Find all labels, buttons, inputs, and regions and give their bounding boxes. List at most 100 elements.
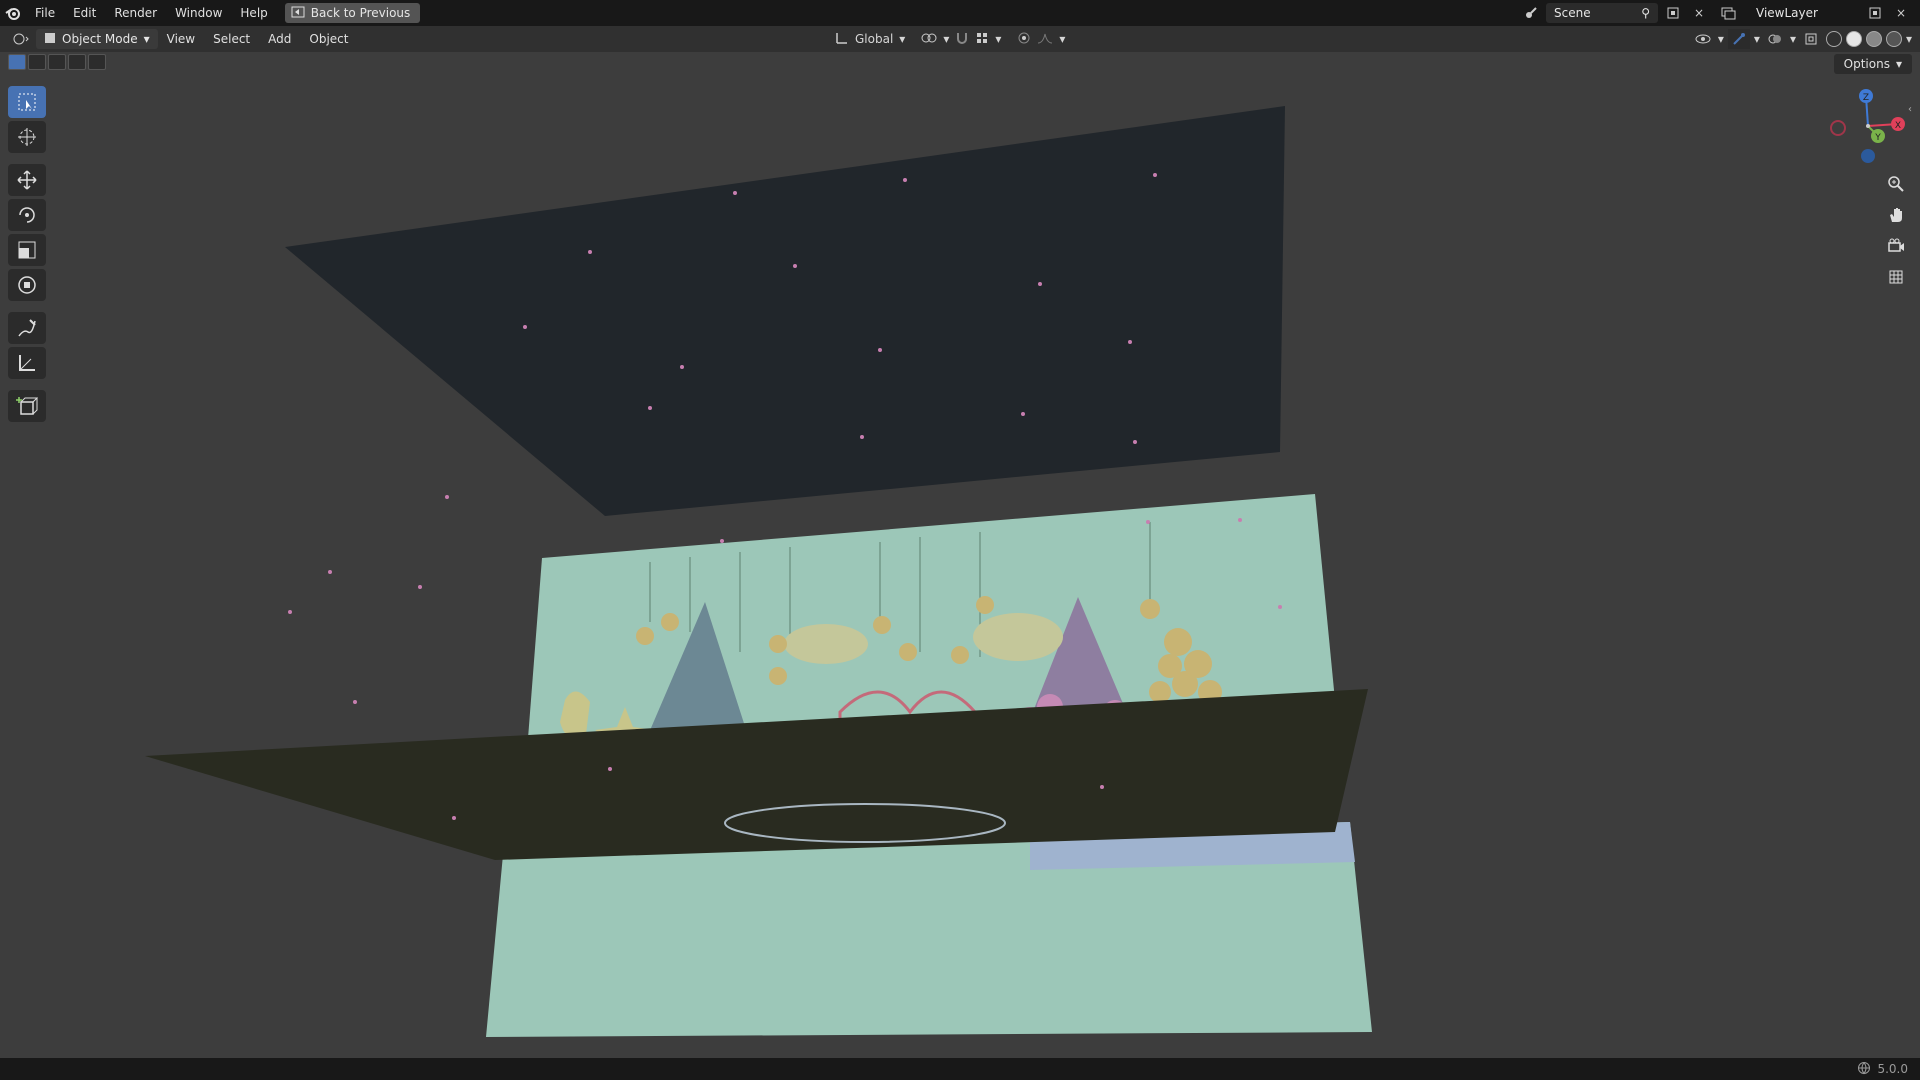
navigation-gizmo[interactable]: X Y Z: [1830, 88, 1910, 168]
hand-pan-icon[interactable]: [1882, 201, 1910, 229]
measure-tool[interactable]: [8, 347, 46, 379]
svg-text:Z: Z: [1863, 93, 1869, 103]
wireframe-shading-icon[interactable]: [1825, 31, 1842, 47]
add-cube-tool[interactable]: [8, 390, 46, 422]
select-intersect-icon[interactable]: [88, 54, 106, 70]
orientation-icon[interactable]: [835, 31, 849, 48]
view-layer-label: ViewLayer: [1756, 6, 1818, 20]
top-right-controls: Scene ⚲ × ViewLayer ×: [1520, 0, 1920, 26]
measure-ruler-icon: [19, 355, 35, 371]
header-menu-select[interactable]: Select: [204, 32, 259, 46]
remove-view-layer-icon[interactable]: ×: [1890, 3, 1912, 23]
view-layer-browse-icon[interactable]: [1714, 3, 1744, 23]
header-menu-add[interactable]: Add: [259, 32, 300, 46]
scene-browse-icon[interactable]: [1520, 3, 1542, 23]
left-toolbar: [8, 86, 48, 425]
grid-view-icon[interactable]: [1882, 263, 1910, 291]
header-menu-view[interactable]: View: [158, 32, 204, 46]
view-layer-field[interactable]: ViewLayer: [1748, 3, 1860, 23]
network-icon: [1857, 1061, 1871, 1078]
chevron-down-icon: ▾: [1717, 32, 1724, 46]
cursor-icon: [18, 128, 36, 146]
rotate-tool[interactable]: [8, 199, 46, 231]
chevron-down-icon: ▾: [1905, 32, 1912, 46]
camera-icon[interactable]: [1882, 232, 1910, 260]
annotate-tool[interactable]: [8, 312, 46, 344]
blender-logo-icon[interactable]: [0, 0, 26, 26]
viewport-display-controls: ▾ ▾ ▾ ▾: [1692, 26, 1912, 52]
select-box-tool[interactable]: [8, 86, 46, 118]
menu-window[interactable]: Window: [166, 0, 231, 26]
new-view-layer-icon[interactable]: [1864, 3, 1886, 23]
cursor-tool[interactable]: [8, 121, 46, 153]
options-label: Options: [1843, 57, 1890, 71]
menu-file[interactable]: File: [26, 0, 64, 26]
svg-text:X: X: [1895, 121, 1901, 131]
pin-icon[interactable]: ⚲: [1641, 6, 1650, 20]
transform-controls: Global ▾ ▾ ▾ ▾: [835, 26, 1065, 52]
version-label: 5.0.0: [1877, 1062, 1908, 1076]
new-scene-icon[interactable]: [1662, 3, 1684, 23]
overlays-icon[interactable]: [1764, 29, 1786, 49]
selection-mode-buttons: [8, 54, 106, 70]
scene-label: Scene: [1554, 6, 1591, 20]
move-tool[interactable]: [8, 164, 46, 196]
annotate-pencil-icon: [18, 319, 36, 337]
chevron-down-icon: ▾: [899, 32, 906, 46]
proportional-edit-icon[interactable]: [1017, 31, 1031, 48]
options-dropdown[interactable]: Options ▾: [1833, 54, 1912, 74]
cloud-left: [784, 624, 868, 664]
3d-viewport[interactable]: [0, 52, 1920, 1058]
chevron-down-icon: ▾: [1753, 32, 1760, 46]
select-subtract-icon[interactable]: [48, 54, 66, 70]
select-new-icon[interactable]: [8, 54, 26, 70]
gizmo-toggle-icon[interactable]: [1727, 29, 1750, 49]
move-icon: [17, 170, 37, 190]
scene-field[interactable]: Scene ⚲: [1546, 3, 1658, 23]
xray-icon[interactable]: [1800, 29, 1822, 49]
menu-edit[interactable]: Edit: [64, 0, 105, 26]
transform-icon: [18, 276, 36, 294]
top-bar: File Edit Render Window Help Back to Pre…: [0, 0, 1920, 26]
chevron-down-icon: ▾: [943, 32, 950, 46]
scale-icon: [18, 241, 36, 259]
menu-help[interactable]: Help: [231, 0, 276, 26]
object-mode-icon: [44, 32, 56, 47]
orientation-dropdown[interactable]: Global: [855, 32, 893, 46]
select-difference-icon[interactable]: [68, 54, 86, 70]
add-cube-icon: [16, 397, 38, 415]
sidebar-toggle-icon[interactable]: ‹: [1908, 104, 1918, 115]
chevron-down-icon: ▾: [1059, 32, 1066, 46]
chevron-down-icon: ▾: [143, 32, 150, 46]
back-icon: [291, 6, 305, 21]
rendered-shading-icon[interactable]: [1885, 31, 1902, 47]
chevron-down-icon: ▾: [1895, 57, 1902, 71]
falloff-icon[interactable]: [1037, 31, 1053, 48]
material-shading-icon[interactable]: [1865, 31, 1882, 47]
select-extend-icon[interactable]: [28, 54, 46, 70]
gizmo-neg-x-axis[interactable]: [1830, 120, 1846, 136]
viewport-header: Object Mode ▾ View Select Add Object Glo…: [0, 26, 1920, 52]
scale-tool[interactable]: [8, 234, 46, 266]
gizmo-neg-z-axis[interactable]: [1861, 149, 1875, 163]
visibility-eye-icon[interactable]: [1692, 29, 1714, 49]
mode-dropdown[interactable]: Object Mode ▾: [36, 29, 158, 49]
menu-render[interactable]: Render: [105, 0, 166, 26]
editor-type-icon[interactable]: [10, 29, 32, 49]
back-to-previous-button[interactable]: Back to Previous: [284, 3, 421, 23]
back-to-previous-label: Back to Previous: [310, 6, 411, 20]
snap-magnet-icon[interactable]: [955, 31, 969, 48]
header-menu-object[interactable]: Object: [300, 32, 357, 46]
status-bar: 5.0.0: [0, 1058, 1920, 1080]
remove-scene-icon[interactable]: ×: [1688, 3, 1710, 23]
pivot-icon[interactable]: [921, 31, 937, 48]
snap-increment-icon[interactable]: [975, 31, 989, 48]
select-box-icon: [18, 93, 36, 111]
transform-tool[interactable]: [8, 269, 46, 301]
zoom-icon[interactable]: [1882, 170, 1910, 198]
chevron-down-icon: ▾: [995, 32, 1002, 46]
rotate-icon: [19, 207, 35, 223]
solid-shading-icon[interactable]: [1845, 31, 1862, 47]
mode-label: Object Mode: [62, 32, 138, 46]
chevron-down-icon: ▾: [1789, 32, 1796, 46]
